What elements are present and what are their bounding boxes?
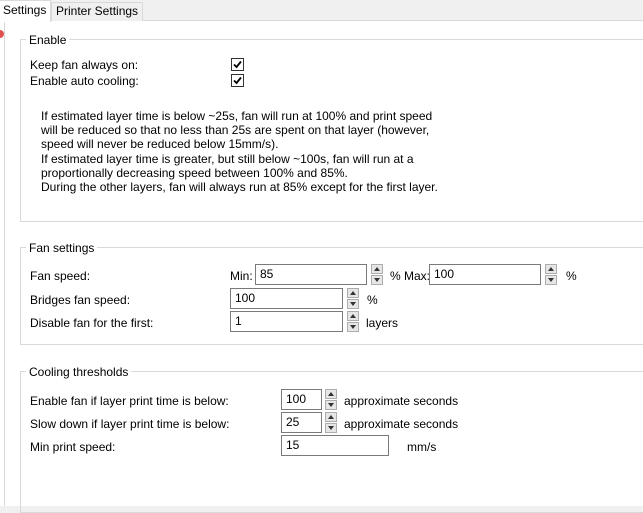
min-print-speed-label: Min print speed: xyxy=(30,440,116,454)
slow-down-input[interactable]: 25 xyxy=(281,412,322,433)
description-line: speed will never be reduced below 15mm/s… xyxy=(41,137,279,152)
enable-fan-threshold-spinner[interactable] xyxy=(325,389,338,410)
slow-down-label: Slow down if layer print time is below: xyxy=(30,417,230,431)
min-print-speed-input[interactable]: 15 xyxy=(281,435,389,456)
fan-max-spinner[interactable] xyxy=(545,264,558,285)
spin-down-icon[interactable] xyxy=(545,275,557,285)
checkmark-icon xyxy=(233,60,242,69)
description-line: proportionally decreasing speed between … xyxy=(41,165,348,180)
keep-fan-checkbox[interactable] xyxy=(231,58,244,71)
auto-cooling-checkbox[interactable] xyxy=(231,74,244,87)
spin-down-icon[interactable] xyxy=(371,275,383,285)
spin-down-icon[interactable] xyxy=(347,299,359,309)
fan-max-label: % Max: xyxy=(390,269,431,283)
fan-settings-title: Fan settings xyxy=(26,241,98,255)
enable-fan-threshold-label: Enable fan if layer print time is below: xyxy=(30,394,229,408)
auto-cooling-label: Enable auto cooling: xyxy=(30,74,139,88)
checkmark-icon xyxy=(233,76,242,85)
description-line: If estimated layer time is below ~25s, f… xyxy=(41,109,433,123)
spin-down-icon[interactable] xyxy=(325,400,337,410)
spin-up-icon[interactable] xyxy=(545,264,557,274)
spin-up-icon[interactable] xyxy=(371,264,383,274)
spin-up-icon[interactable] xyxy=(347,288,359,298)
description-line: During the other layers, fan will always… xyxy=(41,180,438,195)
bridges-fan-percent: % xyxy=(367,293,378,307)
description-line: will be reduced so that no less than 25s… xyxy=(41,123,430,138)
fan-max-input[interactable]: 100 xyxy=(429,264,541,285)
layers-unit: layers xyxy=(366,316,399,330)
slow-down-spinner[interactable] xyxy=(325,412,338,433)
bridges-fan-input[interactable]: 100 xyxy=(230,288,343,309)
bridges-fan-label: Bridges fan speed: xyxy=(30,293,131,307)
fan-min-label: Min: xyxy=(230,269,253,283)
spin-up-icon[interactable] xyxy=(325,412,337,422)
spin-down-icon[interactable] xyxy=(347,322,359,332)
enable-fan-threshold-input[interactable]: 100 xyxy=(281,389,322,410)
spin-down-icon[interactable] xyxy=(325,423,337,433)
cooling-thresholds-title: Cooling thresholds xyxy=(26,365,132,379)
keep-fan-label: Keep fan always on: xyxy=(30,58,139,72)
enable-group-title: Enable xyxy=(26,33,70,47)
fan-max-percent: % xyxy=(566,269,577,283)
disable-fan-spinner[interactable] xyxy=(347,311,360,332)
bridges-fan-spinner[interactable] xyxy=(347,288,360,309)
disable-fan-input[interactable]: 1 xyxy=(230,311,343,332)
tab-printer-settings[interactable]: Printer Settings xyxy=(51,2,144,21)
disable-fan-label: Disable fan for the first: xyxy=(30,316,154,330)
approx-seconds-unit: approximate seconds xyxy=(344,417,459,431)
settings-panel: Enable Keep fan always on: Enable auto c… xyxy=(5,21,643,513)
cooling-description: If estimated layer time is below ~25s, f… xyxy=(41,109,461,194)
spin-up-icon[interactable] xyxy=(347,311,359,321)
fan-speed-label: Fan speed: xyxy=(30,269,91,283)
fan-min-input[interactable]: 85 xyxy=(255,264,367,285)
tab-bar: Settings Printer Settings xyxy=(0,0,643,22)
mm-per-second-unit: mm/s xyxy=(407,440,437,454)
spin-up-icon[interactable] xyxy=(325,389,337,399)
fan-min-spinner[interactable] xyxy=(371,264,384,285)
description-line: If estimated layer time is greater, but … xyxy=(41,151,414,166)
tab-settings[interactable]: Settings xyxy=(0,0,52,22)
approx-seconds-unit: approximate seconds xyxy=(344,394,459,408)
